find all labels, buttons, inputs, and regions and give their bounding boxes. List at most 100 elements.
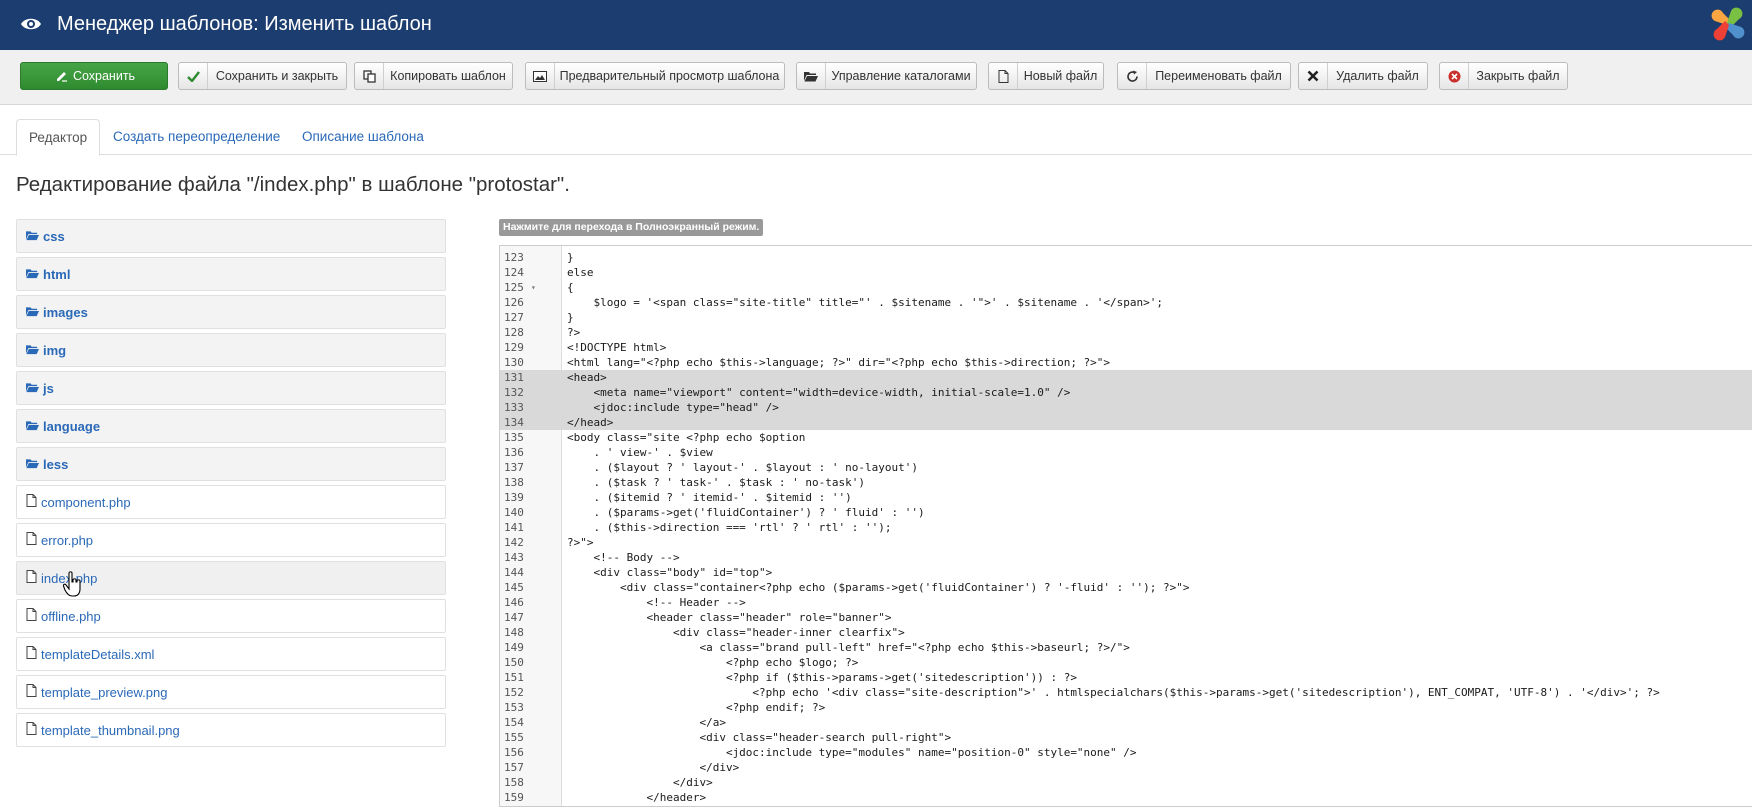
tree-folder-label: images — [43, 304, 88, 320]
folder-open-icon — [26, 305, 43, 320]
tree-file-label: template_thumbnail.png — [41, 722, 180, 738]
tree-folder-label: img — [43, 342, 67, 358]
save-button[interactable]: Сохранить — [20, 62, 168, 90]
line-number: 145 — [504, 581, 524, 594]
tree-file-item[interactable]: template_thumbnail.png — [16, 713, 446, 747]
close-file-label: Закрыть файл — [1476, 69, 1560, 83]
line-number: 132 — [504, 386, 524, 399]
code-line: 131 <head> — [500, 370, 1752, 385]
tree-folder-css[interactable]: css — [16, 219, 446, 253]
code-line: 145 <div class="container<?php echo ($pa… — [500, 580, 1752, 595]
top-header: Менеджер шаблонов: Изменить шаблон — [0, 0, 1752, 50]
new-file-button[interactable]: Новый файл — [988, 62, 1104, 90]
new-file-label: Новый файл — [1023, 69, 1098, 83]
line-code: </div> — [567, 776, 713, 789]
image-icon — [526, 63, 555, 89]
line-code: } — [567, 311, 574, 324]
file-icon — [26, 532, 41, 548]
tree-folder-img[interactable]: img — [16, 333, 446, 367]
line-code: else — [567, 266, 594, 279]
folder-open-icon — [26, 229, 43, 244]
tree-folder-js[interactable]: js — [16, 371, 446, 405]
line-number: 154 — [504, 716, 524, 729]
tab-create-override[interactable]: Создать переопределение — [101, 119, 292, 156]
code-line: 142 ?>"> — [500, 535, 1752, 550]
tab-template-description[interactable]: Описание шаблона — [290, 119, 436, 156]
line-number: 142 — [504, 536, 524, 549]
code-line: 152 <?php echo '<div class="site-descrip… — [500, 685, 1752, 700]
fold-marker-icon[interactable]: ▾ — [531, 280, 536, 295]
line-number: 152 — [504, 686, 524, 699]
line-code: ?>"> — [567, 536, 594, 549]
tree-folder-language[interactable]: language — [16, 409, 446, 443]
line-code: <html lang="<?php echo $this->language; … — [567, 356, 1111, 369]
code-line: 132 <meta name="viewport" content="width… — [500, 385, 1752, 400]
tree-folder-less[interactable]: less — [16, 447, 446, 481]
page-heading: Редактирование файла "/index.php" в шабл… — [16, 173, 570, 196]
hand-cursor-icon — [63, 571, 81, 597]
tree-folder-images[interactable]: images — [16, 295, 446, 329]
line-number: 139 — [504, 491, 524, 504]
tree-file-label: error.php — [41, 532, 94, 548]
file-icon — [26, 646, 41, 662]
line-code: <jdoc:include type="modules" name="posit… — [567, 746, 1137, 759]
folder-open-icon — [26, 381, 43, 396]
code-line: 134 </head> — [500, 415, 1752, 430]
line-number: 156 — [504, 746, 524, 759]
line-number: 144 — [504, 566, 524, 579]
folder-open-icon — [26, 343, 43, 358]
rename-file-button[interactable]: Переименовать файл — [1117, 62, 1291, 90]
tab-editor[interactable]: Редактор — [16, 119, 101, 156]
code-line: 140 . ($params->get('fluidContainer') ? … — [500, 505, 1752, 520]
tree-file-item[interactable]: offline.php — [16, 599, 446, 633]
file-icon — [26, 722, 41, 738]
line-number: 137 — [504, 461, 524, 474]
copy-template-label: Копировать шаблон — [390, 69, 506, 83]
line-code: <?php endif; ?> — [567, 701, 826, 714]
manage-folders-button[interactable]: Управление каталогами — [796, 62, 977, 90]
line-code: . ($params->get('fluidContainer') ? ' fl… — [567, 506, 925, 519]
code-line: 154 </a> — [500, 715, 1752, 730]
line-number: 140 — [504, 506, 524, 519]
edit-icon — [53, 63, 71, 89]
code-editor[interactable]: ‾ ‾ ‾‾ ‾ ‾ ‾ ‾ ‾ ‾ 123}124else125▾{126 $… — [499, 245, 1752, 807]
tree-file-label: component.php — [41, 494, 131, 510]
line-number: 159 — [504, 791, 524, 804]
file-icon — [26, 684, 41, 700]
fullscreen-hint[interactable]: Нажмите для перехода в Полноэкранный реж… — [499, 219, 764, 236]
tree-file-item[interactable]: template_preview.png — [16, 675, 446, 709]
preview-template-label: Предварительный просмотр шаблона — [559, 69, 780, 83]
line-number: 153 — [504, 701, 524, 714]
save-button-label: Сохранить — [72, 69, 136, 83]
tree-file-item[interactable]: templateDetails.xml — [16, 637, 446, 671]
delete-file-button[interactable]: Удалить файл — [1298, 62, 1428, 90]
line-number: 133 — [504, 401, 524, 414]
tree-folder-html[interactable]: html — [16, 257, 446, 291]
line-code: </div> — [567, 761, 740, 774]
file-icon — [26, 494, 41, 510]
line-number: 151 — [504, 671, 524, 684]
delete-file-label: Удалить файл — [1336, 69, 1419, 83]
line-number: 123 — [504, 251, 524, 264]
line-number: 131 — [504, 371, 524, 384]
line-number: 146 — [504, 596, 524, 609]
close-file-button[interactable]: Закрыть файл — [1439, 62, 1568, 90]
tree-folder-label: language — [43, 418, 101, 434]
line-code: . ($layout ? ' layout-' . $layout : ' no… — [567, 461, 918, 474]
line-number: 125 — [504, 281, 524, 294]
tree-file-item[interactable]: component.php — [16, 485, 446, 519]
code-line: 128 ?> — [500, 325, 1752, 340]
code-line: 138 . ($task ? ' task-' . $task : ' no-t… — [500, 475, 1752, 490]
preview-template-button[interactable]: Предварительный просмотр шаблона — [525, 62, 785, 90]
code-line: 137 . ($layout ? ' layout-' . $layout : … — [500, 460, 1752, 475]
copy-template-button[interactable]: Копировать шаблон — [354, 62, 513, 90]
line-code: </header> — [567, 791, 707, 804]
code-lines: 123} 124 else 125 ▾{126 $logo = '<span class… — [500, 250, 1752, 805]
tree-file-label: template_preview.png — [41, 684, 168, 700]
code-line: 159 </header> — [500, 790, 1752, 805]
line-code: <a class="brand pull-left" href="<?php e… — [567, 641, 1130, 654]
save-close-button[interactable]: Сохранить и закрыть — [178, 62, 347, 90]
code-line: 127} — [500, 310, 1752, 325]
line-code: </head> — [567, 416, 614, 429]
tree-file-item[interactable]: error.php — [16, 523, 446, 557]
